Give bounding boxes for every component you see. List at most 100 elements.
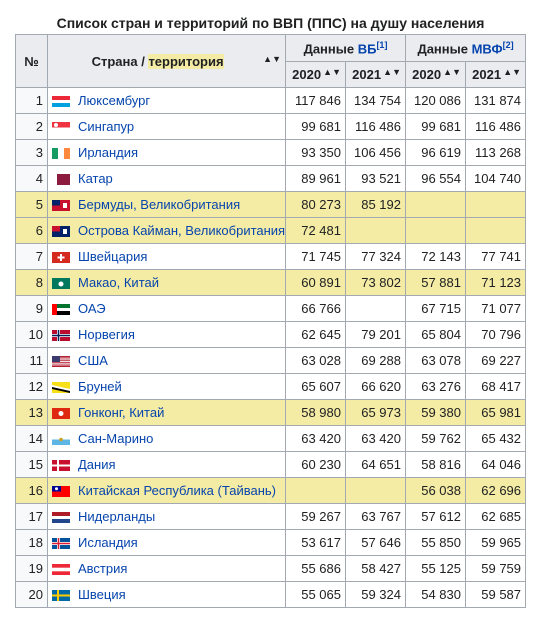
wb-2020-cell: 60 230	[285, 451, 346, 478]
imf-2020-cell: 120 086	[405, 87, 466, 114]
country-cell: Швейцария	[47, 243, 286, 270]
wb-2020-cell: 71 745	[285, 243, 346, 270]
country-cell: Китайская Республика (Тайвань)	[47, 477, 286, 504]
country-link[interactable]: Сингапур	[78, 119, 134, 134]
table-row: 1 Люксембург 117 846 134 754 120 086 131 874	[15, 87, 527, 114]
country-link[interactable]: Исландия	[78, 535, 138, 550]
country-link[interactable]: Люксембург	[78, 93, 150, 108]
imf-2020-cell: 59 380	[405, 399, 466, 426]
country-link[interactable]: Нидерланды	[78, 509, 155, 524]
country-link[interactable]: Швеция	[78, 587, 126, 602]
wb-2020-cell: 99 681	[285, 113, 346, 140]
country-link[interactable]: Австрия	[78, 561, 127, 576]
header-country-prefix: Страна /	[91, 53, 149, 69]
imf-2020-cell: 99 681	[405, 113, 466, 140]
country-cell: Австрия	[47, 555, 286, 582]
country-link[interactable]: Ирландия	[78, 145, 138, 160]
luxembourg-flag-icon	[52, 95, 72, 108]
imf-2020-cell: 57 881	[405, 269, 466, 296]
country-cell: Ирландия	[47, 139, 286, 166]
country-cell: Макао, Китай	[47, 269, 286, 296]
norway-flag-icon	[52, 329, 72, 342]
wb-2021-cell	[345, 217, 406, 244]
bermuda-flag-icon	[52, 199, 72, 212]
country-link[interactable]: Швейцария	[78, 249, 147, 264]
singapore-flag-icon	[52, 121, 72, 134]
rank-cell: 2	[15, 113, 48, 140]
header-imf-2021[interactable]: 2021 ▲▼	[464, 60, 527, 88]
wb-ref-link[interactable]: [1]	[376, 40, 387, 50]
wb-2021-cell: 79 201	[345, 321, 406, 348]
country-link[interactable]: ОАЭ	[78, 301, 106, 316]
rank-cell: 9	[15, 295, 48, 322]
ireland-flag-icon	[52, 147, 72, 160]
table-row: 6 Острова Кайман, Великобритания 72 481	[15, 217, 527, 244]
header-wb-2020[interactable]: 2020 ▲▼	[285, 60, 346, 88]
wb-2021-cell	[345, 477, 406, 504]
country-cell: Острова Кайман, Великобритания	[47, 217, 286, 244]
wb-2021-cell: 73 802	[345, 269, 406, 296]
imf-ref-link[interactable]: [2]	[503, 40, 514, 50]
header-country-territory: территория	[148, 53, 224, 69]
sweden-flag-icon	[52, 589, 72, 602]
country-link[interactable]: Бруней	[78, 379, 122, 394]
wb-2021-cell: 116 486	[345, 113, 406, 140]
wb-2020-cell: 66 766	[285, 295, 346, 322]
country-link[interactable]: Бермуды, Великобритания	[78, 197, 240, 212]
country-cell: Катар	[47, 165, 286, 192]
sort-icon[interactable]: ▲▼	[503, 67, 521, 77]
imf-2020-cell: 67 715	[405, 295, 466, 322]
rank-cell: 16	[15, 477, 48, 504]
header-wb-2021[interactable]: 2021 ▲▼	[345, 60, 406, 88]
table-row: 16 Китайская Республика (Тайвань) 56 038 62…	[15, 477, 527, 504]
country-link[interactable]: Острова Кайман, Великобритания	[78, 223, 285, 238]
sort-icon[interactable]: ▲▼	[443, 67, 461, 77]
wb-2020-cell: 63 420	[285, 425, 346, 452]
country-cell: Исландия	[47, 529, 286, 556]
imf-2020-cell: 65 804	[405, 321, 466, 348]
austria-flag-icon	[52, 563, 72, 576]
sort-icon[interactable]: ▲▼	[323, 67, 341, 77]
wb-2021-cell: 65 973	[345, 399, 406, 426]
rank-cell: 13	[15, 399, 48, 426]
header-rank[interactable]: №	[15, 34, 48, 88]
sort-icon[interactable]: ▲▼	[383, 67, 401, 77]
imf-link[interactable]: МВФ	[472, 41, 503, 56]
imf-2021-cell	[464, 217, 527, 244]
wb-2021-cell: 59 324	[345, 581, 406, 608]
imf-2021-cell: 62 685	[464, 503, 527, 530]
table-row: 13 Гонконг, Китай 58 980 65 973 59 380 65 981	[15, 399, 527, 426]
country-link[interactable]: Катар	[78, 171, 113, 186]
header-country[interactable]: Страна / территория ▲▼	[47, 34, 286, 88]
country-link[interactable]: Китайская Республика (Тайвань)	[78, 483, 276, 498]
imf-2020-cell: 96 554	[405, 165, 466, 192]
table-row: 3 Ирландия 93 350 106 456 96 619 113 268	[15, 139, 527, 166]
country-link[interactable]: Гонконг, Китай	[78, 405, 164, 420]
imf-2020-cell: 55 850	[405, 529, 466, 556]
country-link[interactable]: Дания	[78, 457, 116, 472]
wb-link[interactable]: ВБ	[358, 41, 377, 56]
table-row: 14 Сан-Марино 63 420 63 420 59 762 65 432	[15, 425, 527, 452]
rank-cell: 18	[15, 529, 48, 556]
country-link[interactable]: Норвегия	[78, 327, 135, 342]
wb-2020-cell	[285, 477, 346, 504]
sort-icon[interactable]: ▲▼	[263, 54, 281, 64]
wb-2020-cell: 65 607	[285, 373, 346, 400]
header-imf-2020[interactable]: 2020 ▲▼	[405, 60, 466, 88]
year-label: 2021	[352, 66, 382, 82]
gdp-table: № Страна / территория ▲▼ Данные ВБ[1] Да…	[15, 34, 527, 608]
country-link[interactable]: США	[78, 353, 108, 368]
table-row: 17 Нидерланды 59 267 63 767 57 612 62 685	[15, 503, 527, 530]
country-link[interactable]: Макао, Китай	[78, 275, 159, 290]
sanmarino-flag-icon	[52, 433, 72, 446]
cayman-flag-icon	[52, 225, 72, 238]
wb-2021-cell: 69 288	[345, 347, 406, 374]
rank-cell: 1	[15, 87, 48, 114]
imf-2020-cell: 63 078	[405, 347, 466, 374]
netherlands-flag-icon	[52, 511, 72, 524]
header-wb-prefix: Данные	[303, 40, 358, 56]
country-cell: Норвегия	[47, 321, 286, 348]
imf-2020-cell: 63 276	[405, 373, 466, 400]
country-cell: Бермуды, Великобритания	[47, 191, 286, 218]
country-link[interactable]: Сан-Марино	[78, 431, 153, 446]
